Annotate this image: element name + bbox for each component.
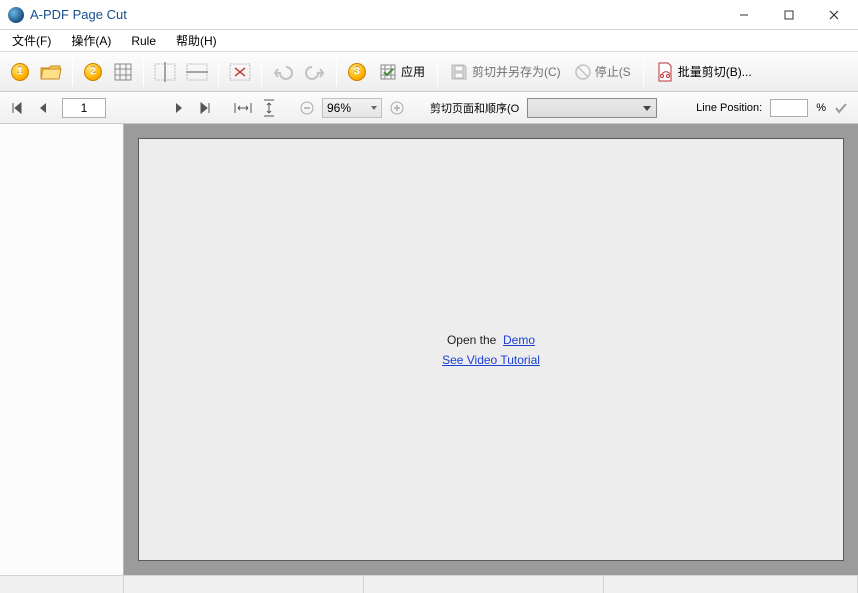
toolbar-separator <box>643 58 644 86</box>
page-number-input[interactable]: 1 <box>62 98 106 118</box>
apply-label: 应用 <box>401 63 425 80</box>
status-cell <box>0 576 124 593</box>
open-file-button[interactable] <box>36 57 66 87</box>
app-icon <box>8 7 24 23</box>
fit-height-button[interactable] <box>258 97 280 119</box>
status-cell <box>124 576 364 593</box>
prev-page-button[interactable] <box>32 97 54 119</box>
line-position-label: Line Position: <box>696 102 762 114</box>
demo-link[interactable]: Demo <box>503 333 535 347</box>
window-controls <box>721 1 856 29</box>
batch-cut-button[interactable]: 批量剪切(B)... <box>650 57 758 87</box>
percent-label: % <box>816 102 826 114</box>
grid-icon <box>113 62 133 82</box>
batch-label: 批量剪切(B)... <box>678 63 752 80</box>
apply-icon <box>379 63 397 81</box>
redo-button[interactable] <box>300 57 330 87</box>
toolbar-separator <box>143 58 144 86</box>
open-demo-line: Open the Demo <box>447 333 535 347</box>
fit-width-icon <box>234 101 252 115</box>
window-title: A-PDF Page Cut <box>30 7 721 22</box>
minimize-button[interactable] <box>721 1 766 29</box>
confirm-line-button[interactable] <box>830 97 852 119</box>
main-toolbar: 1 2 3 应用 剪切并另存为(C) 停止(S 批量剪切(B)... <box>0 52 858 92</box>
apply-button[interactable]: 应用 <box>373 57 431 87</box>
navigation-toolbar: 1 96% 剪切页面和顺序(O Line Position: % <box>0 92 858 124</box>
plus-circle-icon <box>389 100 405 116</box>
folder-open-icon <box>40 63 62 81</box>
title-bar: A-PDF Page Cut <box>0 0 858 30</box>
maximize-button[interactable] <box>766 1 811 29</box>
prev-page-icon <box>37 101 49 115</box>
pdf-batch-icon <box>656 62 674 82</box>
fit-height-icon <box>262 99 276 117</box>
menu-file[interactable]: 文件(F) <box>4 30 59 51</box>
step-1-badge: 1 <box>11 63 29 81</box>
menu-rule[interactable]: Rule <box>123 32 164 50</box>
cut-vertical-icon <box>154 62 176 82</box>
cut-order-combo[interactable] <box>527 98 657 118</box>
zoom-out-button[interactable] <box>296 97 318 119</box>
first-page-button[interactable] <box>6 97 28 119</box>
zoom-level-combo[interactable]: 96% <box>322 98 382 118</box>
close-button[interactable] <box>811 1 856 29</box>
menu-bar: 文件(F) 操作(A) Rule 帮助(H) <box>0 30 858 52</box>
add-horizontal-cut-button[interactable] <box>182 57 212 87</box>
floppy-icon <box>450 63 468 81</box>
fit-width-button[interactable] <box>232 97 254 119</box>
undo-button[interactable] <box>268 57 298 87</box>
redo-icon <box>304 63 326 81</box>
open-text: Open the <box>447 333 496 347</box>
status-cell <box>364 576 604 593</box>
stop-button[interactable]: 停止(S <box>569 57 637 87</box>
toolbar-separator <box>218 58 219 86</box>
status-cell <box>604 576 858 593</box>
next-page-button[interactable] <box>168 97 190 119</box>
page-placeholder: Open the Demo See Video Tutorial <box>138 138 844 561</box>
status-bar <box>0 575 858 593</box>
stop-label: 停止(S <box>595 63 631 80</box>
menu-action[interactable]: 操作(A) <box>63 30 119 51</box>
toolbar-separator <box>261 58 262 86</box>
line-position-input[interactable] <box>770 99 808 117</box>
step-3-badge: 3 <box>348 63 366 81</box>
delete-cut-icon <box>229 62 251 82</box>
undo-icon <box>272 63 294 81</box>
last-page-icon <box>198 101 212 115</box>
workspace: Open the Demo See Video Tutorial <box>0 124 858 575</box>
step-2-button[interactable]: 2 <box>79 57 107 87</box>
first-page-icon <box>10 101 24 115</box>
cut-order-label: 剪切页面和顺序(O <box>430 100 519 116</box>
grid-toggle-button[interactable] <box>109 57 137 87</box>
menu-help[interactable]: 帮助(H) <box>168 30 225 51</box>
next-page-icon <box>173 101 185 115</box>
step-2-badge: 2 <box>84 63 102 81</box>
save-as-button[interactable]: 剪切并另存为(C) <box>444 57 567 87</box>
canvas-area: Open the Demo See Video Tutorial <box>124 124 858 575</box>
zoom-in-button[interactable] <box>386 97 408 119</box>
save-as-label: 剪切并另存为(C) <box>472 63 561 80</box>
last-page-button[interactable] <box>194 97 216 119</box>
toolbar-separator <box>437 58 438 86</box>
delete-cut-button[interactable] <box>225 57 255 87</box>
cut-horizontal-icon <box>186 62 208 82</box>
stop-icon <box>575 64 591 80</box>
minus-circle-icon <box>299 100 315 116</box>
step-3-button[interactable]: 3 <box>343 57 371 87</box>
check-icon <box>834 101 848 115</box>
step-1-button[interactable]: 1 <box>6 57 34 87</box>
thumbnails-panel[interactable] <box>0 124 124 575</box>
video-tutorial-link[interactable]: See Video Tutorial <box>442 353 540 367</box>
toolbar-separator <box>72 58 73 86</box>
add-vertical-cut-button[interactable] <box>150 57 180 87</box>
toolbar-separator <box>336 58 337 86</box>
